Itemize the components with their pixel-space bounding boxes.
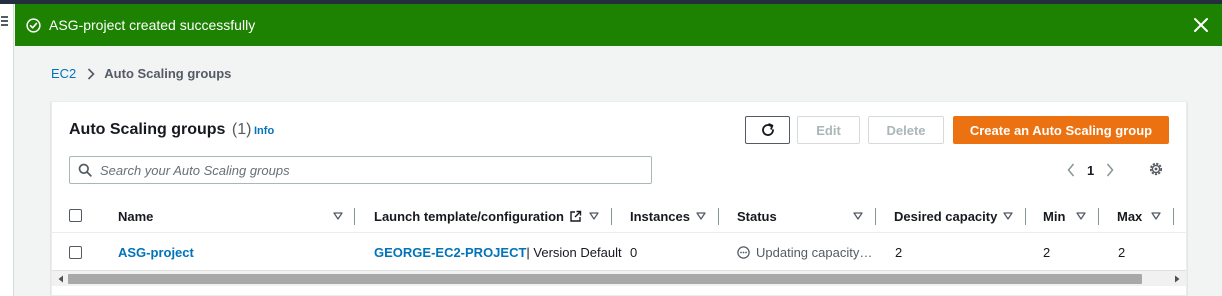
sort-down-icon[interactable] <box>333 211 343 221</box>
menu-icon[interactable] <box>1 16 8 28</box>
launch-template-cell: GEORGE-EC2-PROJECT | Version Default <box>374 234 622 270</box>
sort-down-icon[interactable] <box>1003 211 1013 221</box>
sort-down-icon[interactable] <box>696 211 706 221</box>
search-input[interactable] <box>100 162 640 178</box>
scroll-right-arrow-icon[interactable] <box>1173 275 1181 283</box>
edit-button[interactable]: Edit <box>797 116 860 144</box>
search-icon <box>78 163 92 177</box>
column-header-launch-template-label: Launch template/configuration <box>374 208 564 224</box>
column-divider[interactable] <box>1173 208 1174 225</box>
sort-down-icon[interactable] <box>1076 211 1086 221</box>
column-divider[interactable] <box>718 208 719 225</box>
sort-down-icon[interactable] <box>1151 211 1161 221</box>
auto-scaling-groups-panel: Auto Scaling groups (1) Info Edit Delete… <box>51 101 1187 296</box>
flash-message: ASG-project created successfully <box>49 17 256 33</box>
status-text: Updating capacity… <box>756 244 873 260</box>
panel-title-text: Auto Scaling groups <box>69 121 226 138</box>
scrollbar-thumb[interactable] <box>68 274 1142 284</box>
asg-name-link[interactable]: ASG-project <box>118 234 194 270</box>
in-progress-icon <box>737 245 750 259</box>
column-header-min[interactable]: Min <box>1043 199 1065 233</box>
desired-capacity-cell: 2 <box>895 244 903 260</box>
row-select-checkbox[interactable] <box>69 246 82 259</box>
table-row[interactable]: ASG-project GEORGE-EC2-PROJECT | Version… <box>52 234 1186 270</box>
sort-down-icon[interactable] <box>589 211 599 221</box>
info-link[interactable]: Info <box>254 125 274 137</box>
column-header-desired-capacity[interactable]: Desired capacity <box>894 199 997 233</box>
success-check-icon <box>26 17 41 33</box>
instances-cell: 0 <box>630 244 638 260</box>
column-divider[interactable] <box>875 208 876 225</box>
success-flash-banner: ASG-project created successfully <box>15 4 1222 46</box>
chevron-right-icon[interactable] <box>1103 160 1117 180</box>
max-cell: 2 <box>1118 244 1126 260</box>
column-header-launch-template[interactable]: Launch template/configuration <box>374 199 582 233</box>
column-header-name[interactable]: Name <box>118 199 153 233</box>
breadcrumb-ec2-link[interactable]: EC2 <box>51 66 76 81</box>
min-cell: 2 <box>1043 244 1051 260</box>
status-cell: Updating capacity… <box>737 234 872 270</box>
column-divider[interactable] <box>1025 208 1026 225</box>
column-header-instances[interactable]: Instances <box>630 199 690 233</box>
gear-icon[interactable] <box>1148 161 1164 177</box>
column-divider[interactable] <box>611 208 612 225</box>
create-auto-scaling-group-button[interactable]: Create an Auto Scaling group <box>953 116 1169 144</box>
table-header: Name Launch template/configuration Insta… <box>52 199 1186 233</box>
select-all-checkbox[interactable] <box>69 209 82 222</box>
chevron-right-icon <box>87 67 95 80</box>
refresh-button[interactable] <box>745 116 790 144</box>
external-link-icon <box>569 210 582 223</box>
launch-template-version: | Version Default <box>526 244 622 260</box>
breadcrumb: EC2 Auto Scaling groups <box>51 66 231 81</box>
column-header-status[interactable]: Status <box>737 199 777 233</box>
column-divider[interactable] <box>354 208 355 225</box>
page-title: Auto Scaling groups (1) <box>69 121 251 139</box>
refresh-icon <box>760 122 776 138</box>
horizontal-scrollbar[interactable] <box>52 270 1186 286</box>
column-header-max[interactable]: Max <box>1117 199 1142 233</box>
close-icon[interactable] <box>1192 16 1210 34</box>
side-nav-rail <box>0 4 14 296</box>
breadcrumb-current: Auto Scaling groups <box>104 66 232 81</box>
scroll-left-arrow-icon[interactable] <box>57 275 65 283</box>
pagination: 1 <box>1064 160 1117 180</box>
chevron-left-icon[interactable] <box>1064 160 1078 180</box>
search-field <box>69 156 652 184</box>
page-number[interactable]: 1 <box>1087 163 1094 178</box>
delete-button[interactable]: Delete <box>868 116 944 144</box>
launch-template-link[interactable]: GEORGE-EC2-PROJECT <box>374 245 526 260</box>
group-count: (1) <box>231 121 252 138</box>
sort-down-icon[interactable] <box>853 211 863 221</box>
column-divider[interactable] <box>1098 208 1099 225</box>
